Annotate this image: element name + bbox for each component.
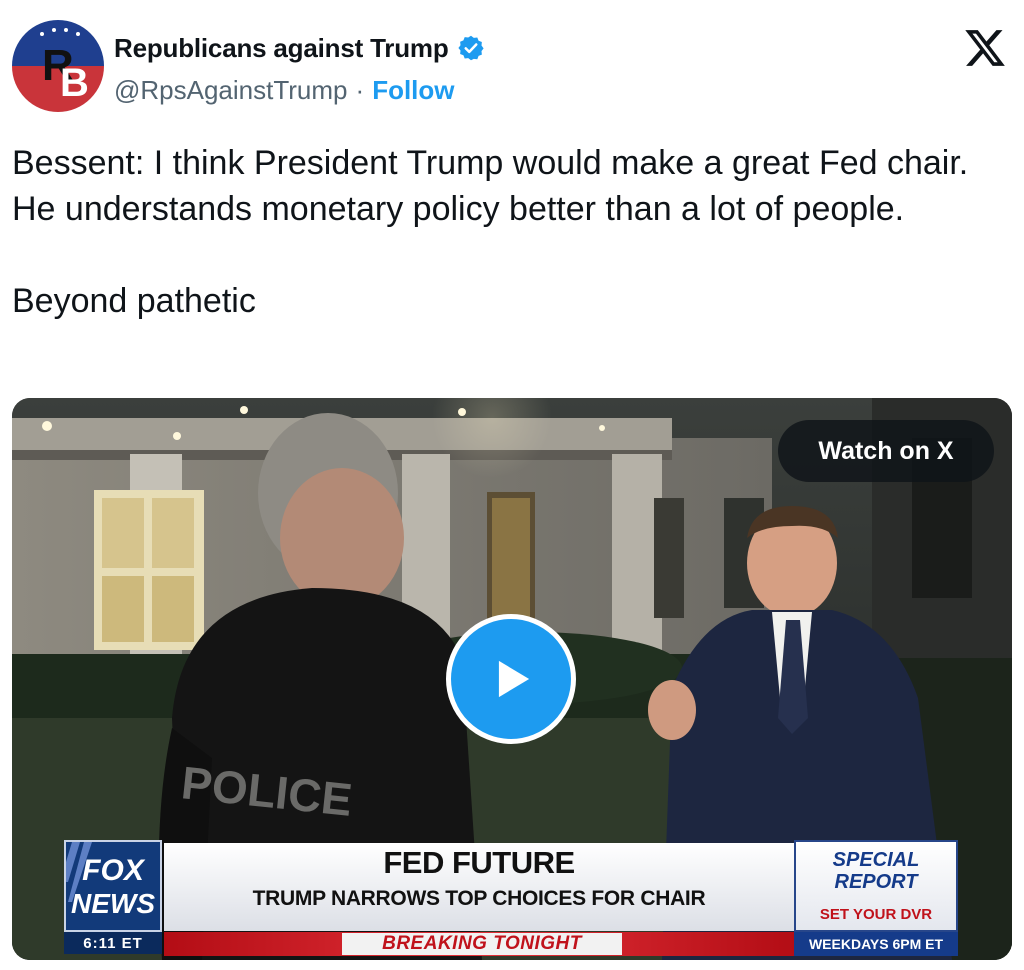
x-logo-icon[interactable] xyxy=(962,26,1008,70)
play-button[interactable] xyxy=(446,614,576,744)
tweet-paragraph: Beyond pathetic xyxy=(12,282,256,320)
tweet-text: Bessent: I think President Trump would m… xyxy=(12,140,1002,324)
headline: FED FUTURE xyxy=(383,845,575,880)
fox-news-logo: FOX NEWS xyxy=(64,840,162,932)
fox-logo-line1: FOX xyxy=(82,854,144,887)
tweet-paragraph: Bessent: I think President Trump would m… xyxy=(12,144,969,228)
breaking-banner: BREAKING TONIGHT xyxy=(164,932,794,956)
broadcast-time: 6:11 ET xyxy=(64,932,162,954)
fox-logo-line2: NEWS xyxy=(71,888,155,919)
subhead: TRUMP NARROWS TOP CHOICES FOR CHAIR xyxy=(252,887,706,910)
news-lower-third: FOX NEWS 6:11 ET FED FUTURE TRUMP NARROW… xyxy=(12,840,1012,960)
follow-button[interactable]: Follow xyxy=(372,75,454,106)
special-report-badge: SPECIAL REPORT SET YOUR DVR xyxy=(794,840,958,932)
svg-text:B: B xyxy=(60,61,89,105)
video-player[interactable]: POLICE Watch on X FOX NEWS 6:11 ET FED F… xyxy=(12,398,1012,960)
schedule-text: WEEKDAYS 6PM ET xyxy=(794,932,958,956)
watch-on-x-button[interactable]: Watch on X xyxy=(778,420,994,482)
dvr-text: SET YOUR DVR xyxy=(819,906,933,923)
special-report-line1: SPECIAL xyxy=(832,849,920,871)
handle[interactable]: @RpsAgainstTrump xyxy=(114,75,348,106)
headline-box: FED FUTURE TRUMP NARROWS TOP CHOICES FOR… xyxy=(164,843,794,931)
display-name[interactable]: Republicans against Trump xyxy=(114,33,449,64)
verified-badge-icon xyxy=(457,35,484,61)
avatar[interactable]: R B xyxy=(12,20,104,112)
separator-dot: · xyxy=(355,74,365,105)
play-icon xyxy=(498,660,530,698)
author-names: Republicans against Trump @RpsAgainstTru… xyxy=(114,30,485,110)
special-report-line2: REPORT xyxy=(834,871,918,893)
tweet-header: R B Republicans against Trump @RpsAgains… xyxy=(12,20,1012,112)
breaking-label: BREAKING TONIGHT xyxy=(342,933,622,955)
